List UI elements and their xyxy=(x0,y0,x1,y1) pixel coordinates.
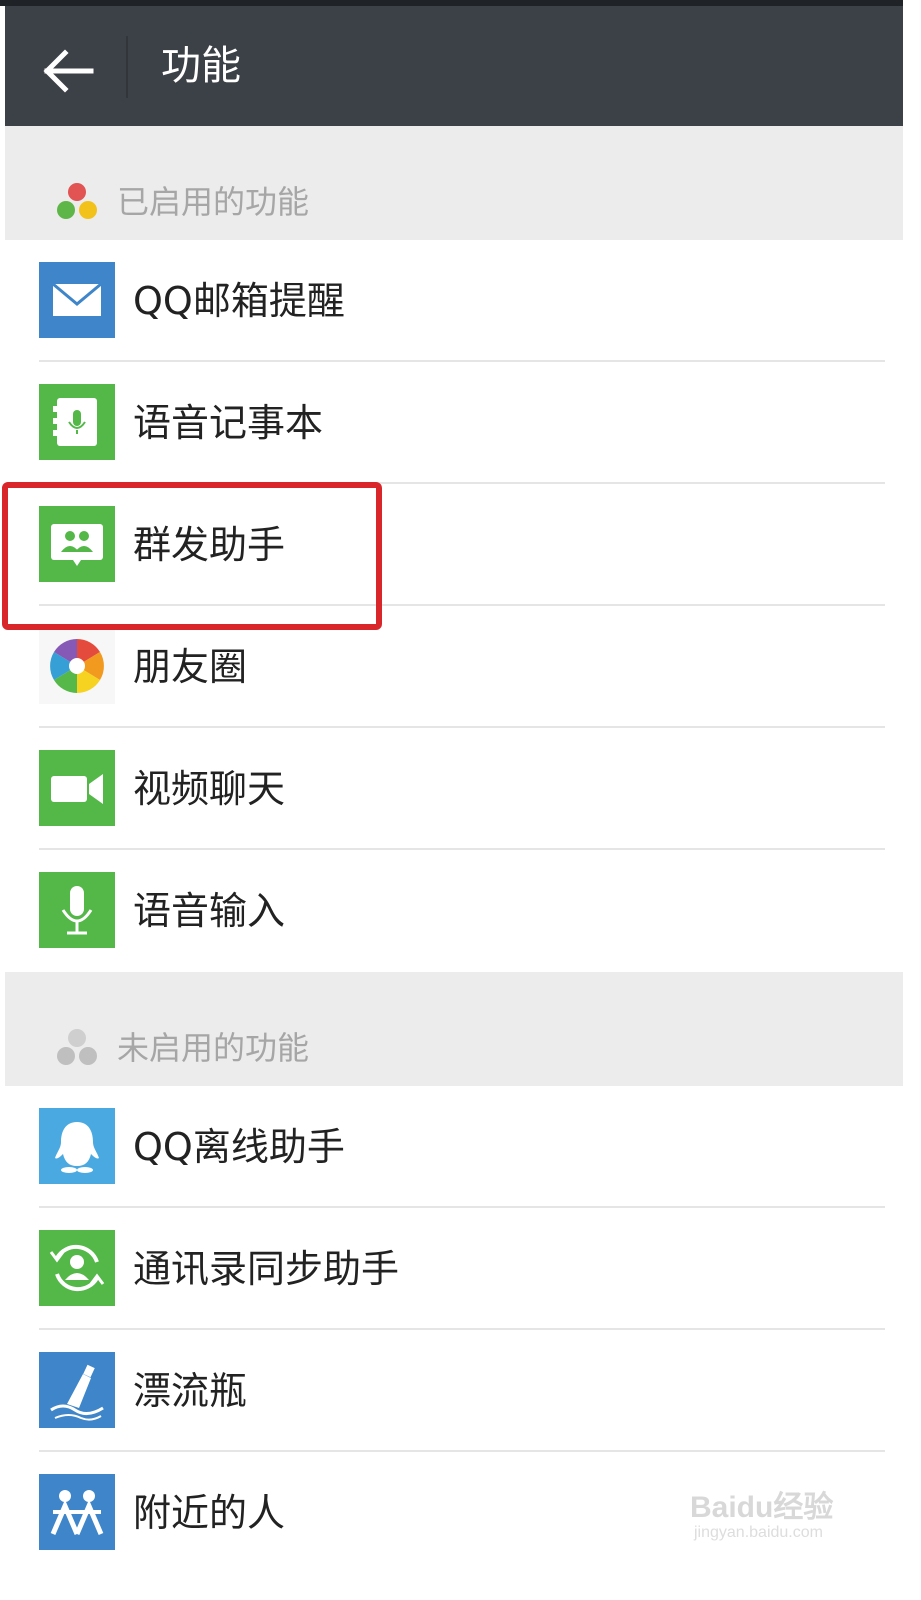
feature-label: 漂流瓶 xyxy=(133,1369,248,1413)
app-header: 功能 xyxy=(5,6,903,126)
section-label: 未启用的功能 xyxy=(117,1029,310,1067)
microphone-icon xyxy=(39,872,115,948)
header-divider xyxy=(126,36,128,98)
section-header-disabled: 未启用的功能 xyxy=(5,972,903,1086)
feature-item-drift-bottle[interactable]: 漂流瓶 xyxy=(5,1330,903,1452)
three-dots-colored-icon xyxy=(57,183,97,219)
drift-bottle-icon xyxy=(39,1352,115,1428)
page-title: 功能 xyxy=(161,43,241,89)
moments-aperture-icon xyxy=(39,628,115,704)
feature-item-contact-sync[interactable]: 通讯录同步助手 xyxy=(5,1208,903,1330)
feature-label: 通讯录同步助手 xyxy=(133,1247,400,1291)
watermark-brand: Baidu经验 xyxy=(690,1491,834,1524)
feature-label: QQ邮箱提醒 xyxy=(133,279,345,323)
feature-item-qq-mail[interactable]: QQ邮箱提醒 xyxy=(5,240,903,362)
watermark-url: jingyan.baidu.com xyxy=(694,1524,823,1541)
feature-label: 朋友圈 xyxy=(133,645,248,689)
highlight-box xyxy=(2,482,382,630)
back-button[interactable] xyxy=(35,36,105,106)
feature-label: 附近的人 xyxy=(133,1491,286,1535)
feature-label: 视频聊天 xyxy=(133,767,286,811)
voice-notebook-icon xyxy=(39,384,115,460)
contact-sync-icon xyxy=(39,1230,115,1306)
feature-label: QQ离线助手 xyxy=(133,1125,345,1169)
feature-item-voice-input[interactable]: 语音输入 xyxy=(5,850,903,972)
section-header-enabled: 已启用的功能 xyxy=(5,126,903,240)
mail-icon xyxy=(39,262,115,338)
three-dots-gray-icon xyxy=(57,1029,97,1065)
feature-label: 语音记事本 xyxy=(133,401,324,445)
feature-item-video-chat[interactable]: 视频聊天 xyxy=(5,728,903,850)
right-edge xyxy=(903,0,921,1600)
video-camera-icon xyxy=(39,750,115,826)
feature-item-voice-notebook[interactable]: 语音记事本 xyxy=(5,362,903,484)
section-label: 已启用的功能 xyxy=(117,183,310,221)
feature-label: 语音输入 xyxy=(133,889,286,933)
arrow-left-icon xyxy=(43,49,94,93)
feature-item-qq-offline[interactable]: QQ离线助手 xyxy=(5,1086,903,1208)
qq-penguin-icon xyxy=(39,1108,115,1184)
people-nearby-icon xyxy=(39,1474,115,1550)
watermark: Baidu经验 jingyan.baidu.com xyxy=(690,1472,870,1552)
